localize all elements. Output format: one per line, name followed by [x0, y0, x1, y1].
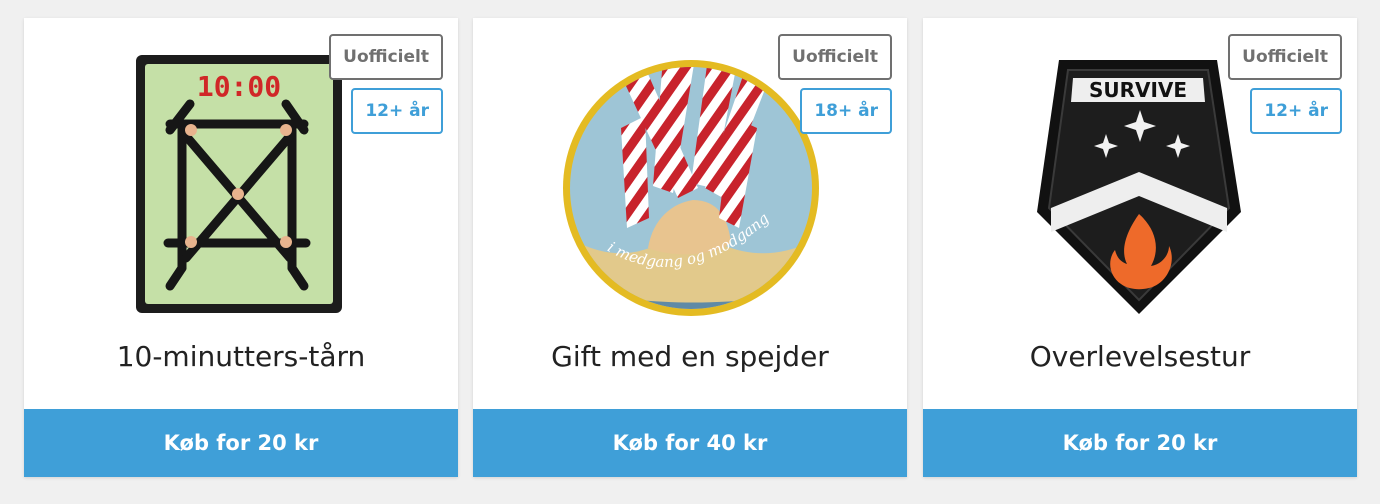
product-title[interactable]: 10-minutters-tårn — [24, 340, 458, 373]
product-grid: 10:00 Uofficielt 12+ år 10-minutters-tår… — [0, 0, 1380, 504]
product-image[interactable]: i medgang og modgang Uofficielt 18+ år — [473, 18, 907, 328]
age-badge: 18+ år — [800, 88, 892, 134]
patch-text: 10:00 — [197, 70, 281, 103]
age-badge: 12+ år — [351, 88, 443, 134]
age-badge: 12+ år — [1250, 88, 1342, 134]
product-card: i medgang og modgang Uofficielt 18+ år G… — [473, 18, 907, 477]
product-image[interactable]: 10:00 Uofficielt 12+ år — [24, 18, 458, 328]
product-card: 10:00 Uofficielt 12+ år 10-minutters-tår… — [24, 18, 458, 477]
product-card: SURVIVE Uofficielt 12+ år Overlevelsestu… — [923, 18, 1357, 477]
product-image[interactable]: SURVIVE Uofficielt 12+ år — [923, 18, 1357, 328]
unofficial-badge: Uofficielt — [778, 34, 892, 80]
product-title[interactable]: Overlevelsestur — [923, 340, 1357, 373]
product-title[interactable]: Gift med en spejder — [473, 340, 907, 373]
buy-button[interactable]: Køb for 20 kr — [923, 409, 1357, 477]
buy-button[interactable]: Køb for 40 kr — [473, 409, 907, 477]
unofficial-badge: Uofficielt — [1228, 34, 1342, 80]
patch-text: SURVIVE — [1089, 78, 1187, 102]
unofficial-badge: Uofficielt — [329, 34, 443, 80]
buy-button[interactable]: Køb for 20 kr — [24, 409, 458, 477]
